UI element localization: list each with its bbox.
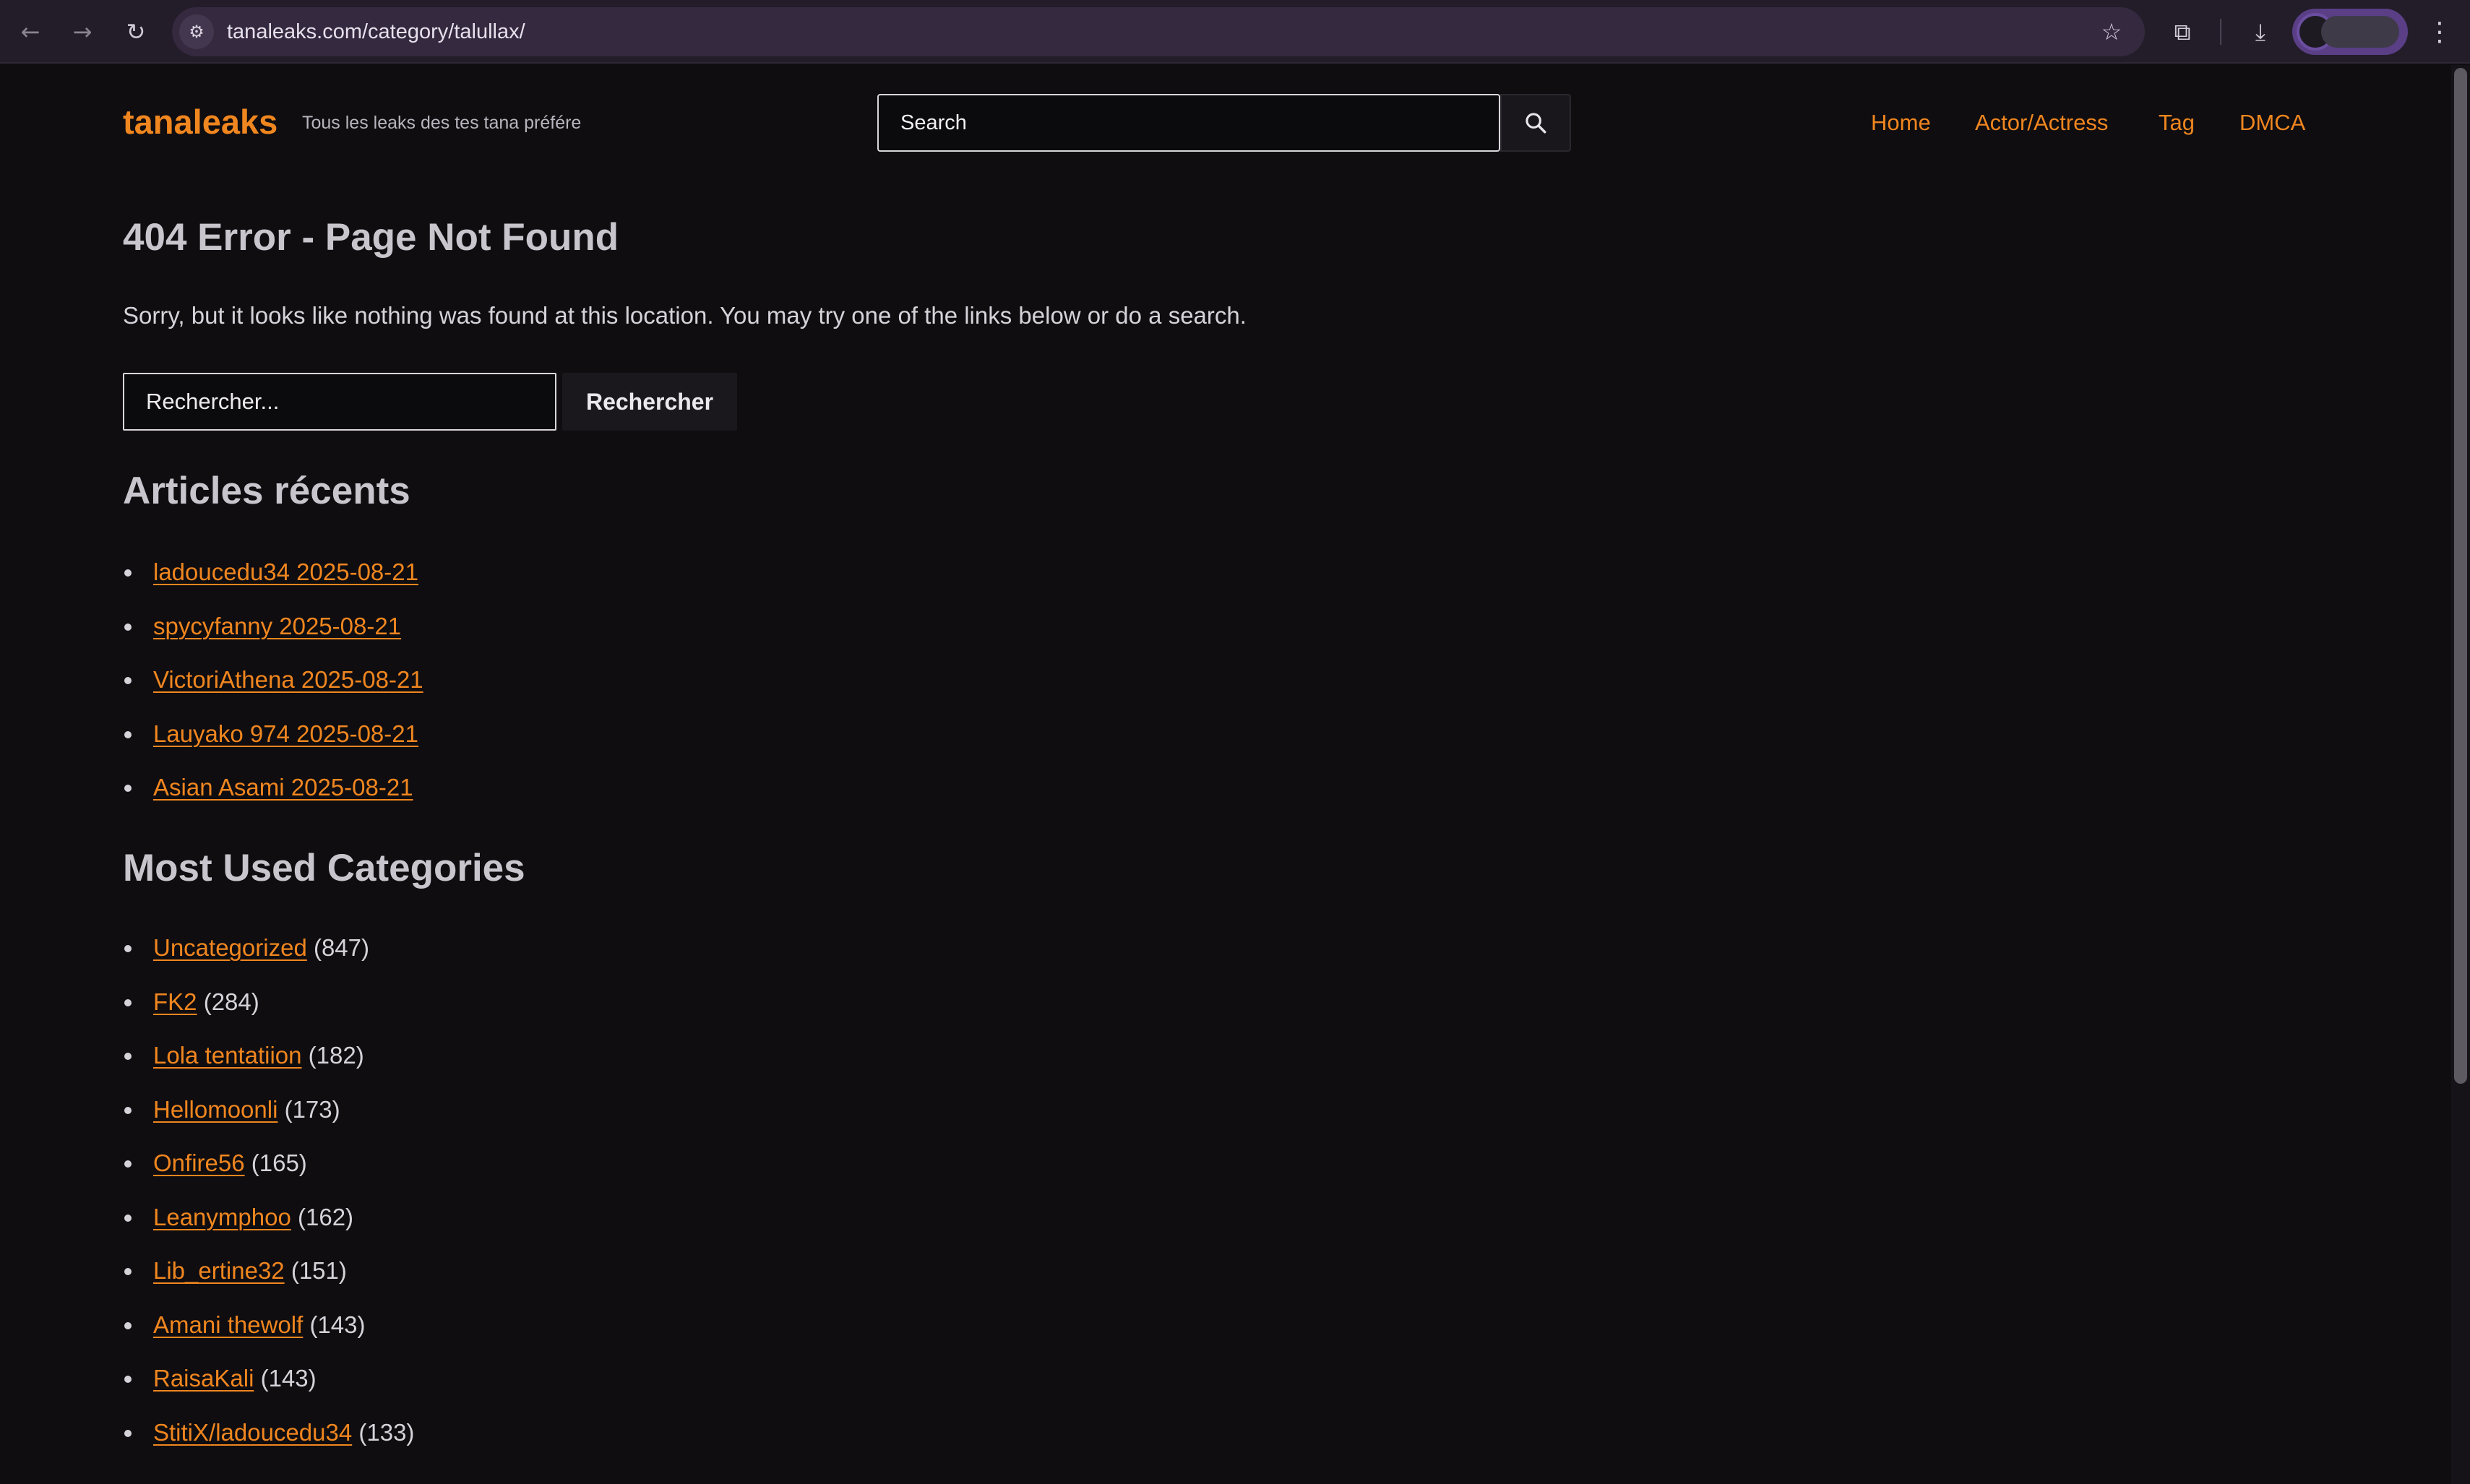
page-scrollbar-thumb[interactable] — [2454, 68, 2467, 1084]
list-item: Hellomoonli (173) — [123, 1092, 414, 1147]
category-link[interactable]: RaisaKali — [153, 1365, 254, 1392]
category-count: (162) — [298, 1203, 354, 1230]
list-item: Amani thewolf (143) — [123, 1308, 414, 1362]
bullet-icon — [124, 677, 132, 684]
browser-toolbar: ← → ↻ ⚙ tanaleaks.com/category/talullax/… — [0, 0, 2470, 64]
back-icon[interactable]: ← — [12, 13, 49, 51]
bookmark-star-icon[interactable]: ☆ — [2093, 13, 2130, 51]
content-search-input[interactable]: Rechercher... — [123, 373, 556, 431]
bullet-icon — [124, 1160, 132, 1168]
bullet-icon — [124, 1321, 132, 1329]
recent-post-link[interactable]: Asian Asami 2025-08-21 — [153, 774, 413, 801]
nav-tag-link[interactable]: Tag — [2159, 107, 2195, 139]
list-item: Leanymphoo (162) — [123, 1200, 414, 1254]
toolbar-divider — [2220, 19, 2221, 45]
category-count: (182) — [308, 1042, 364, 1069]
bullet-icon — [124, 998, 132, 1006]
bullet-icon — [124, 1429, 132, 1437]
category-link[interactable]: Leanymphoo — [153, 1204, 291, 1230]
bullet-icon — [124, 1214, 132, 1222]
browser-menu-icon[interactable]: ⋮ — [2421, 13, 2458, 51]
bullet-icon — [124, 569, 132, 577]
category-link[interactable]: FK2 — [153, 988, 197, 1015]
list-item: VictoriAthena 2025-08-21 — [123, 663, 423, 717]
category-link[interactable]: StitiX/ladoucedu34 — [153, 1419, 352, 1446]
list-item: ladoucedu34 2025-08-21 — [123, 555, 423, 609]
bullet-icon — [124, 1268, 132, 1275]
recent-posts-list: ladoucedu34 2025-08-21 spycyfanny 2025-0… — [123, 555, 423, 824]
list-item: Lauyako 974 2025-08-21 — [123, 717, 423, 771]
profile-name-redacted — [2321, 16, 2399, 48]
category-link[interactable]: Onfire56 — [153, 1149, 245, 1176]
site-info-icon[interactable]: ⚙ — [179, 14, 214, 49]
category-link[interactable]: Hellomoonli — [153, 1096, 277, 1123]
category-count: (284) — [203, 988, 259, 1015]
category-count: (173) — [284, 1095, 340, 1123]
categories-heading: Most Used Categories — [123, 847, 525, 889]
recent-post-link[interactable]: spycyfanny 2025-08-21 — [153, 613, 401, 639]
recent-posts-heading: Articles récents — [123, 470, 410, 512]
category-count: (133) — [358, 1418, 415, 1446]
bullet-icon — [124, 1376, 132, 1383]
list-item: Lola tentatiion (182) — [123, 1038, 414, 1092]
category-link[interactable]: Lib_ertine32 — [153, 1257, 285, 1284]
profile-button[interactable] — [2292, 9, 2408, 55]
bullet-icon — [124, 945, 132, 952]
not-found-message: Sorry, but it looks like nothing was fou… — [123, 302, 1247, 329]
category-link[interactable]: Amani thewolf — [153, 1311, 303, 1338]
download-icon[interactable]: ⤓ — [2242, 13, 2279, 51]
address-bar[interactable]: ⚙ tanaleaks.com/category/talullax/ ☆ — [172, 7, 2145, 56]
main-navigation: Home Actor/Actress Tag DMCA — [0, 107, 2470, 139]
list-item: Uncategorized (847) — [123, 931, 414, 985]
list-item: Asian Asami 2025-08-21 — [123, 770, 423, 824]
category-count: (143) — [260, 1365, 317, 1392]
category-count: (143) — [309, 1311, 366, 1338]
reload-icon[interactable]: ↻ — [117, 13, 155, 51]
bullet-icon — [124, 1106, 132, 1114]
page-title: 404 Error - Page Not Found — [123, 216, 619, 259]
url-text[interactable]: tanaleaks.com/category/talullax/ — [227, 7, 525, 56]
bullet-icon — [124, 785, 132, 792]
recent-post-link[interactable]: VictoriAthena 2025-08-21 — [153, 666, 423, 693]
bullet-icon — [124, 730, 132, 738]
extensions-icon[interactable]: ⧉ — [2164, 13, 2201, 51]
category-count: (151) — [291, 1257, 347, 1284]
category-count: (165) — [251, 1149, 307, 1176]
list-item: FK2 (284) — [123, 985, 414, 1039]
recent-post-link[interactable]: Lauyako 974 2025-08-21 — [153, 720, 418, 747]
category-link[interactable]: Uncategorized — [153, 934, 307, 961]
list-item: RaisaKali (143) — [123, 1361, 414, 1415]
list-item: Lib_ertine32 (151) — [123, 1254, 414, 1308]
bullet-icon — [124, 623, 132, 631]
list-item: Onfire56 (165) — [123, 1146, 414, 1200]
category-link[interactable]: Lola tentatiion — [153, 1042, 302, 1069]
category-count: (847) — [313, 934, 370, 961]
categories-list: Uncategorized (847) FK2 (284) Lola tenta… — [123, 931, 414, 1469]
list-item: StitiX/ladoucedu34 (133) — [123, 1415, 414, 1470]
nav-home-link[interactable]: Home — [1871, 107, 1931, 139]
recent-post-link[interactable]: ladoucedu34 2025-08-21 — [153, 558, 418, 585]
bullet-icon — [124, 1053, 132, 1060]
nav-dmca-link[interactable]: DMCA — [2239, 107, 2305, 139]
nav-actor-actress-link[interactable]: Actor/Actress — [1975, 107, 2108, 139]
forward-icon[interactable]: → — [64, 13, 101, 51]
list-item: spycyfanny 2025-08-21 — [123, 609, 423, 663]
content-search-button[interactable]: Rechercher — [562, 373, 737, 431]
